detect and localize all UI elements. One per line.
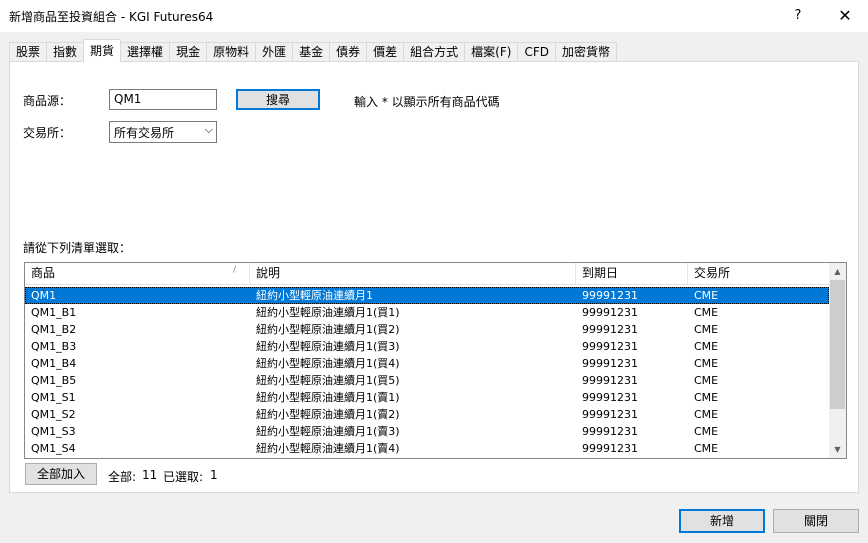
table-row[interactable]: QM1_S3 紐約小型輕原油連續月1(賣3) 99991231 CME: [25, 423, 829, 440]
cell-description: 紐約小型輕原油連續月1(買4): [256, 357, 400, 370]
tab-4[interactable]: 現金: [169, 42, 208, 62]
table-row[interactable]: QM1_B1 紐約小型輕原油連續月1(買1) 99991231 CME: [25, 304, 829, 321]
chevron-down-icon: ⌵: [204, 123, 213, 136]
close-button[interactable]: 關閉: [773, 509, 859, 533]
search-hint: 輸入 * 以顯示所有商品代碼: [354, 95, 500, 109]
cell-exchange: CME: [694, 357, 719, 370]
table-row[interactable]: QM1_B4 紐約小型輕原油連續月1(買4) 99991231 CME: [25, 355, 829, 372]
cell-symbol: QM1: [31, 289, 57, 302]
cell-symbol: QM1_B3: [31, 340, 77, 353]
cell-exchange: CME: [694, 391, 719, 404]
table-row[interactable]: QM1 紐約小型輕原油連續月1 99991231 CME: [25, 287, 829, 304]
total-count: 11: [142, 468, 158, 482]
tab-1[interactable]: 指數: [46, 42, 85, 62]
table-row[interactable]: QM1_B3 紐約小型輕原油連續月1(買3) 99991231 CME: [25, 338, 829, 355]
cell-description: 紐約小型輕原油連續月1: [256, 289, 373, 302]
cell-description: 紐約小型輕原油連續月1(賣1): [256, 391, 400, 404]
cell-expiry: 99991231: [582, 442, 638, 455]
cell-symbol: QM1_S1: [31, 391, 76, 404]
cell-exchange: CME: [694, 306, 719, 319]
scroll-up-icon[interactable]: ▲: [829, 263, 846, 280]
scroll-down-icon[interactable]: ▼: [829, 441, 846, 458]
cell-description: 紐約小型輕原油連續月1(賣2): [256, 408, 400, 421]
cell-expiry: 99991231: [582, 357, 638, 370]
column-header-exchange[interactable]: 交易所: [688, 263, 829, 285]
tab-10[interactable]: 組合方式: [403, 42, 466, 62]
cell-exchange: CME: [694, 408, 719, 421]
cell-description: 紐約小型輕原油連續月1(買2): [256, 323, 400, 336]
add-all-button[interactable]: 全部加入: [25, 463, 97, 485]
cell-symbol: QM1_S4: [31, 442, 76, 455]
table-row[interactable]: QM1_B5 紐約小型輕原油連續月1(買5) 99991231 CME: [25, 372, 829, 389]
selected-count: 1: [210, 468, 218, 482]
table-row[interactable]: QM1_S2 紐約小型輕原油連續月1(賣2) 99991231 CME: [25, 406, 829, 423]
column-header-description[interactable]: 說明: [250, 263, 576, 285]
tab-2[interactable]: 期貨: [83, 39, 122, 62]
cell-exchange: CME: [694, 289, 719, 302]
exchange-label: 交易所：: [23, 126, 72, 140]
tab-bar: 股票 指數 期貨 選擇權 現金 原物料 外匯 基金 債券 價差 組合方式 檔案(F) CFD 加密貨幣: [9, 39, 617, 62]
cell-symbol: QM1_B5: [31, 374, 77, 387]
tab-8[interactable]: 債券: [329, 42, 368, 62]
cell-expiry: 99991231: [582, 306, 638, 319]
table-row[interactable]: QM1_B2 紐約小型輕原油連續月1(買2) 99991231 CME: [25, 321, 829, 338]
help-button[interactable]: ?: [778, 0, 818, 32]
tab-13[interactable]: 加密貨幣: [554, 42, 617, 62]
add-button[interactable]: 新增: [679, 509, 765, 533]
vertical-scrollbar[interactable]: ▲ ▼: [829, 263, 846, 458]
cell-expiry: 99991231: [582, 323, 638, 336]
window-title: 新增商品至投資組合 - KGI Futures64: [9, 10, 214, 24]
column-header-symbol[interactable]: 商品: [25, 263, 250, 285]
selected-label: 已選取:: [163, 470, 204, 484]
scroll-thumb[interactable]: [830, 280, 845, 409]
table-row[interactable]: QM1_S4 紐約小型輕原油連續月1(賣4) 99991231 CME: [25, 440, 829, 457]
tab-7[interactable]: 基金: [292, 42, 331, 62]
cell-symbol: QM1_B2: [31, 323, 77, 336]
tab-6[interactable]: 外匯: [255, 42, 294, 62]
cell-exchange: CME: [694, 442, 719, 455]
cell-expiry: 99991231: [582, 408, 638, 421]
tab-11[interactable]: 檔案(F): [464, 42, 519, 62]
cell-exchange: CME: [694, 374, 719, 387]
cell-exchange: CME: [694, 425, 719, 438]
column-header-expiry[interactable]: 到期日: [576, 263, 688, 285]
tab-panel-futures: 商品源： QM1 搜尋 輸入 * 以顯示所有商品代碼 交易所： 所有交易所 ⌵ …: [9, 61, 859, 493]
cell-expiry: 99991231: [582, 425, 638, 438]
cell-symbol: QM1_B1: [31, 306, 77, 319]
exchange-select[interactable]: 所有交易所 ⌵: [109, 121, 217, 143]
cell-exchange: CME: [694, 340, 719, 353]
list-header: 商品 / 說明 到期日 交易所: [25, 263, 829, 285]
symbol-label: 商品源：: [23, 94, 72, 108]
cell-description: 紐約小型輕原油連續月1(買5): [256, 374, 400, 387]
cell-expiry: 99991231: [582, 391, 638, 404]
title-bar: 新增商品至投資組合 - KGI Futures64 ? ✕: [0, 0, 868, 32]
close-window-button[interactable]: ✕: [822, 0, 868, 32]
sort-indicator-icon: /: [233, 265, 237, 275]
cell-symbol: QM1_S2: [31, 408, 76, 421]
symbol-list[interactable]: 商品 / 說明 到期日 交易所 QM1 紐約小型輕原油連續月1 99991231 CM…: [24, 262, 847, 459]
tab-5[interactable]: 原物料: [206, 42, 257, 62]
exchange-select-value: 所有交易所: [114, 126, 175, 140]
cell-symbol: QM1_S3: [31, 425, 76, 438]
cell-description: 紐約小型輕原油連續月1(賣3): [256, 425, 400, 438]
list-prompt: 請從下列清單選取：: [23, 241, 132, 255]
cell-description: 紐約小型輕原油連續月1(買3): [256, 340, 400, 353]
search-button[interactable]: 搜尋: [236, 89, 320, 110]
cell-expiry: 99991231: [582, 340, 638, 353]
tab-0[interactable]: 股票: [9, 42, 48, 62]
cell-exchange: CME: [694, 323, 719, 336]
cell-expiry: 99991231: [582, 374, 638, 387]
cell-symbol: QM1_B4: [31, 357, 77, 370]
cell-description: 紐約小型輕原油連續月1(賣4): [256, 442, 400, 455]
cell-expiry: 99991231: [582, 289, 638, 302]
tab-12[interactable]: CFD: [517, 42, 556, 62]
symbol-input[interactable]: QM1: [109, 89, 217, 110]
total-label: 全部:: [108, 470, 137, 484]
cell-description: 紐約小型輕原油連續月1(買1): [256, 306, 400, 319]
tab-3[interactable]: 選擇權: [120, 42, 171, 62]
list-rows: QM1 紐約小型輕原油連續月1 99991231 CME QM1_B1 紐約小型輕原油連續…: [25, 287, 829, 457]
table-row[interactable]: QM1_S1 紐約小型輕原油連續月1(賣1) 99991231 CME: [25, 389, 829, 406]
tab-9[interactable]: 價差: [366, 42, 405, 62]
